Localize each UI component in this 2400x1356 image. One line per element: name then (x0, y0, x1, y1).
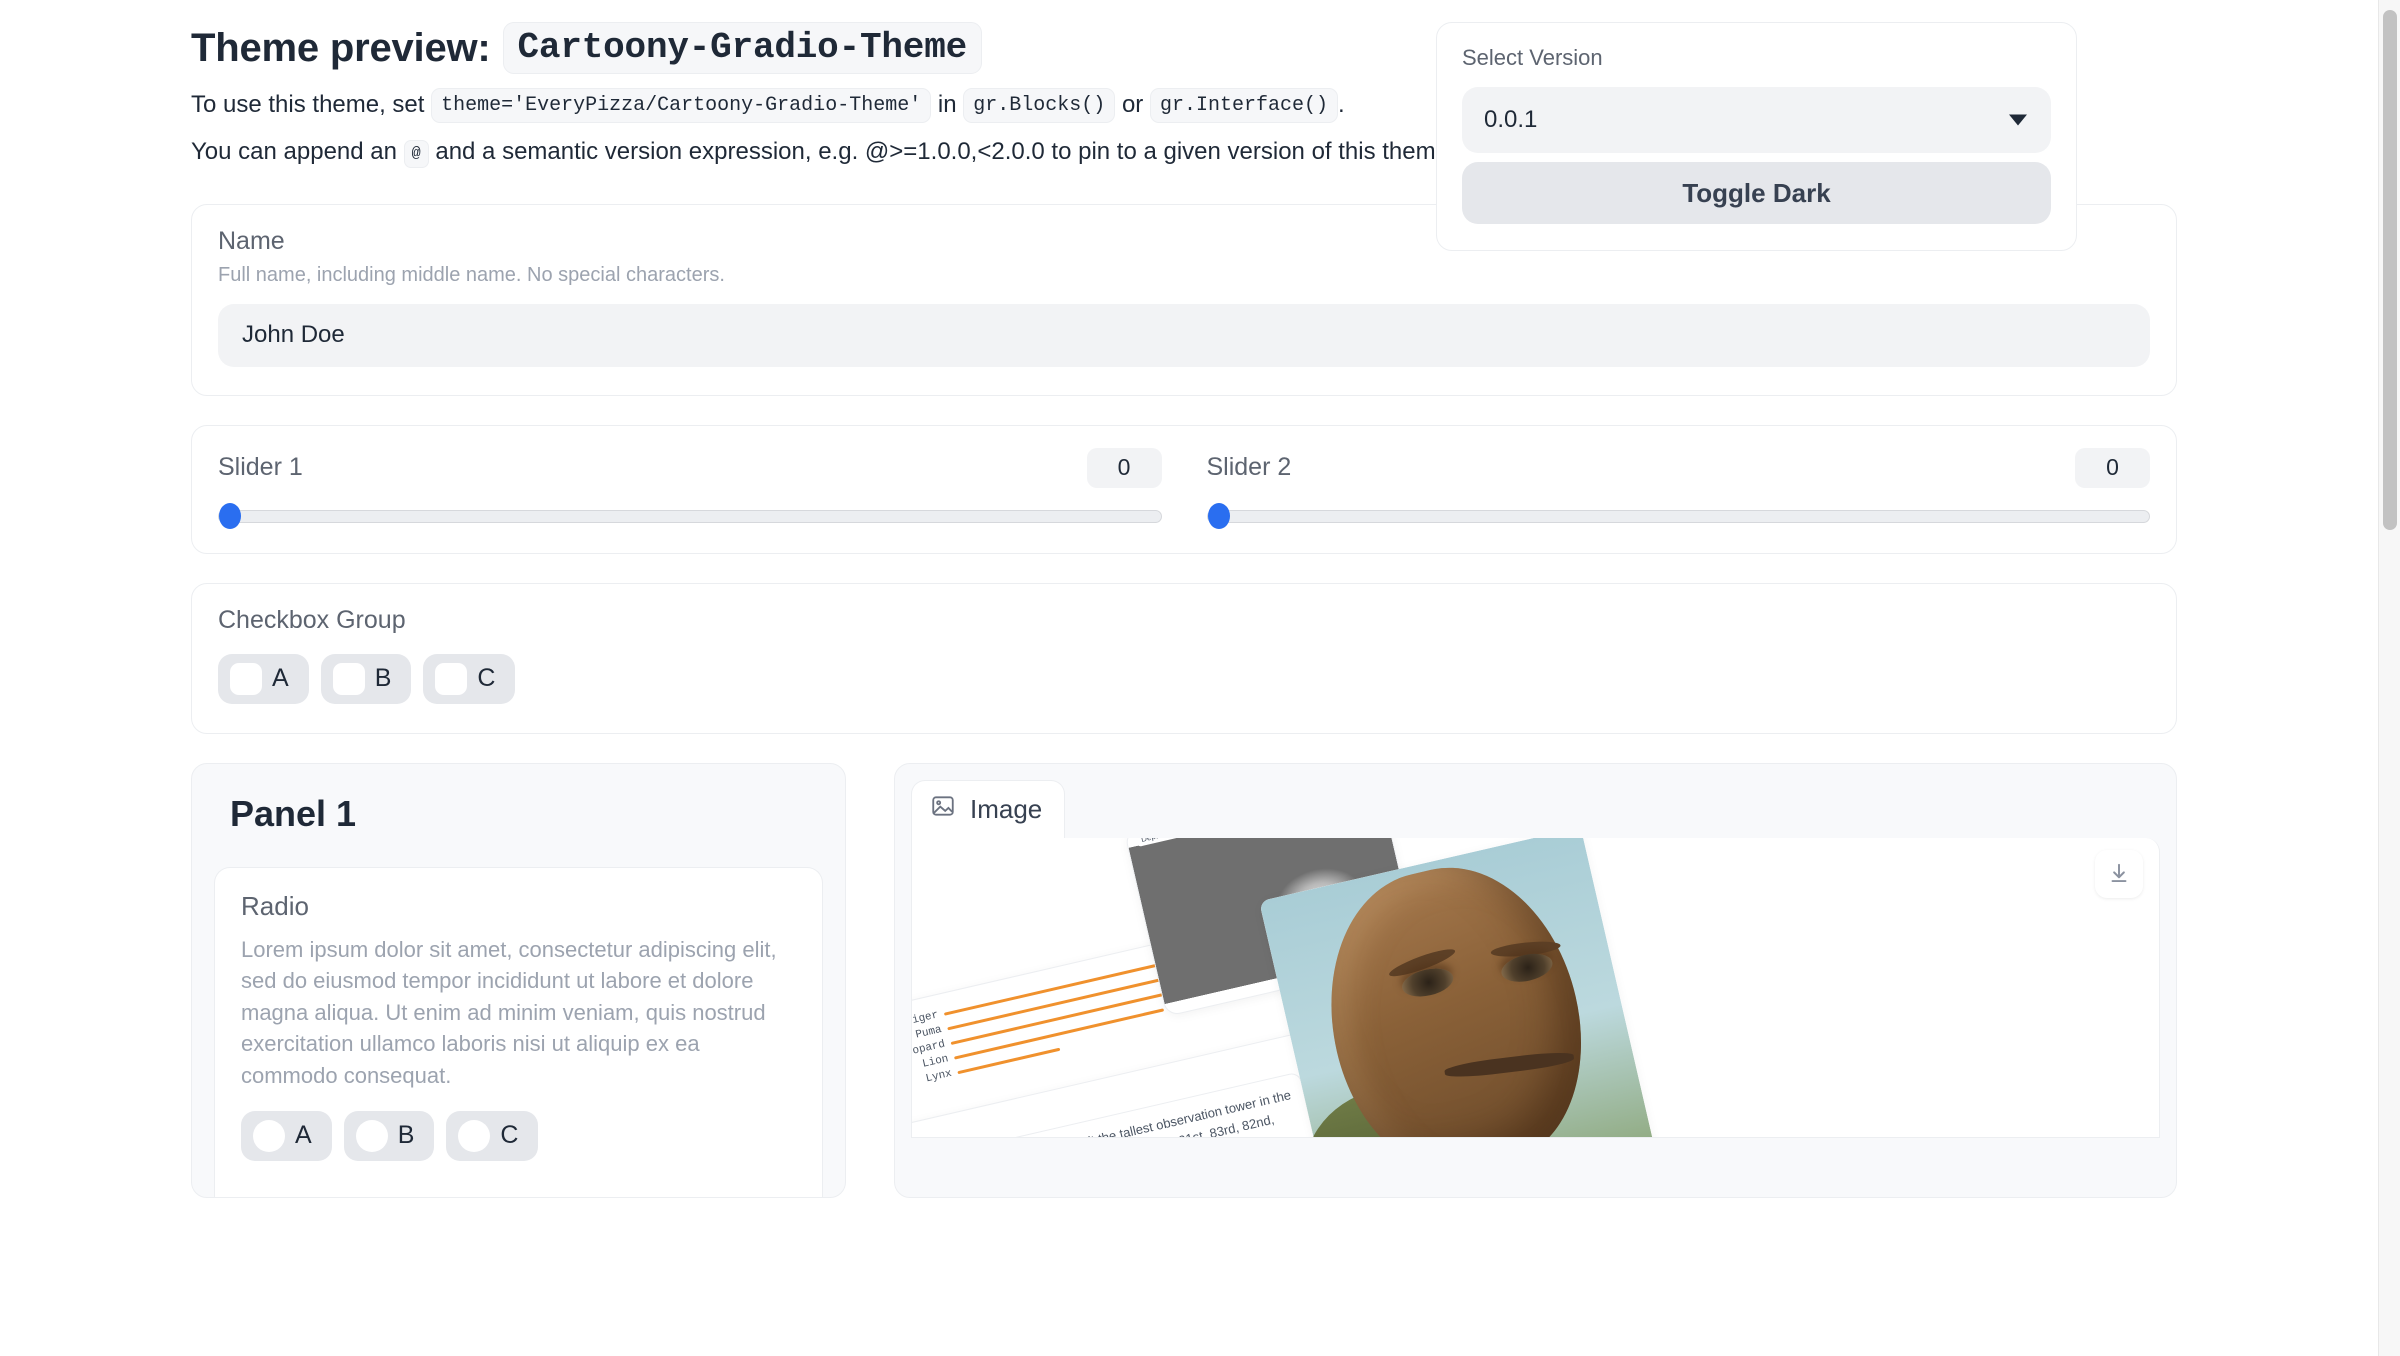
radio-option-a-label: A (295, 1121, 312, 1150)
chevron-down-icon (2009, 114, 2027, 126)
radio-label: Radio (241, 890, 309, 921)
tab-image-label: Image (970, 793, 1043, 824)
radio-option-a[interactable]: A (241, 1110, 332, 1161)
checkbox-icon[interactable] (435, 662, 468, 695)
slider-1-knob[interactable] (219, 503, 241, 530)
checkbox-option-c[interactable]: C (423, 653, 516, 704)
panel-1: Panel 1 Radio Lorem ipsum dolor sit amet… (191, 762, 846, 1198)
image-tabbar: Image (911, 779, 2160, 838)
page-title: Theme preview: Cartoony-Gradio-Theme (191, 22, 1536, 74)
slider-1-unit: Slider 1 0 (218, 447, 1162, 530)
checkbox-option-a[interactable]: A (218, 653, 309, 704)
checkbox-group-options: A B C (218, 653, 2150, 704)
slider-2-track[interactable] (1206, 503, 2150, 530)
slider-1-value[interactable]: 0 (1086, 447, 1162, 488)
desc1-text-a: To use this theme, set (191, 90, 425, 118)
download-icon[interactable] (2095, 849, 2143, 898)
image-panel: Image Tiger Puma Leopard Lion Lynx (894, 762, 2177, 1198)
gr-blocks-code: gr.Blocks() (963, 87, 1116, 123)
header-row: Theme preview: Cartoony-Gradio-Theme To … (191, 0, 2177, 251)
select-version-label: Select Version (1462, 45, 1603, 70)
checkbox-icon[interactable] (332, 662, 365, 695)
radio-option-b[interactable]: B (343, 1110, 435, 1161)
checkbox-group-section: Checkbox Group A B C (191, 582, 2177, 734)
page-content: Theme preview: Cartoony-Gradio-Theme To … (191, 0, 2177, 1198)
slider-1-track[interactable] (218, 503, 1162, 530)
tab-image[interactable]: Image (911, 779, 1066, 838)
version-select-value: 0.0.1 (1484, 106, 1538, 133)
desc2-text-b: and a semantic version expression, e.g. … (435, 137, 1456, 165)
collage-image: Tiger Puma Leopard Lion Lynx 90% 60% 50%… (912, 837, 2159, 1137)
radio-icon[interactable] (355, 1119, 388, 1152)
desc1-text-d: . (1337, 90, 1345, 118)
image-icon (930, 793, 956, 826)
page-scroll-area: Theme preview: Cartoony-Gradio-Theme To … (0, 0, 2378, 1356)
name-info-text: Full name, including middle name. No spe… (218, 263, 725, 286)
checkbox-option-b[interactable]: B (320, 653, 412, 704)
groot-mouth (1443, 1049, 1575, 1080)
theme-name-code: Cartoony-Gradio-Theme (502, 22, 983, 74)
name-input-value: John Doe (242, 321, 345, 349)
sliders-section: Slider 1 0 Slider 2 0 (191, 424, 2177, 554)
name-input[interactable]: John Doe (218, 303, 2150, 367)
checkbox-option-a-label: A (272, 664, 289, 693)
radio-description: Lorem ipsum dolor sit amet, consectetur … (241, 936, 777, 1088)
radio-icon[interactable] (253, 1119, 285, 1152)
at-symbol-code: @ (403, 139, 429, 168)
radio-options: A B C (241, 1110, 796, 1161)
desc1-text-c: or (1121, 90, 1144, 118)
slider-2-unit: Slider 2 0 (1206, 447, 2150, 530)
toggle-dark-button[interactable]: Toggle Dark (1462, 162, 2051, 224)
version-select[interactable]: 0.0.1 (1462, 87, 2051, 153)
radio-option-c-label: C (500, 1121, 519, 1150)
slider-1-label: Slider 1 (218, 453, 303, 482)
checkbox-option-c-label: C (477, 664, 496, 693)
page-scrollbar-thumb[interactable] (2383, 10, 2397, 530)
page-scrollbar[interactable] (2378, 0, 2400, 1356)
desc1-text-b: in (937, 90, 957, 118)
header-left: Theme preview: Cartoony-Gradio-Theme To … (191, 22, 1536, 170)
slider-1-header: Slider 1 0 (218, 447, 1162, 488)
desc2-text-a: You can append an (191, 137, 397, 165)
slider-2-label: Slider 2 (1206, 453, 1292, 482)
image-body: Tiger Puma Leopard Lion Lynx 90% 60% 50%… (911, 837, 2160, 1138)
usage-description-2: You can append an @ and a semantic versi… (191, 135, 1481, 170)
version-panel: Select Version 0.0.1 Toggle Dark (1436, 22, 2077, 251)
slider-2-value[interactable]: 0 (2075, 447, 2150, 488)
gr-interface-code: gr.Interface() (1149, 87, 1338, 123)
checkbox-group-label: Checkbox Group (218, 605, 406, 634)
panel-1-title: Panel 1 (230, 792, 357, 834)
radio-option-c[interactable]: C (446, 1110, 539, 1161)
radio-section: Radio Lorem ipsum dolor sit amet, consec… (214, 866, 823, 1197)
usage-description-1: To use this theme, set theme='EveryPizza… (191, 87, 1536, 123)
slider-2-header: Slider 2 0 (1206, 447, 2150, 488)
radio-icon[interactable] (458, 1119, 491, 1152)
page-title-prefix: Theme preview: (191, 25, 491, 70)
slider-2-knob[interactable] (1207, 503, 1230, 530)
theme-arg-code: theme='EveryPizza/Cartoony-Gradio-Theme' (431, 87, 932, 123)
bottom-row: Panel 1 Radio Lorem ipsum dolor sit amet… (191, 762, 2177, 1198)
checkbox-option-b-label: B (374, 664, 392, 693)
checkbox-icon[interactable] (230, 662, 262, 695)
radio-option-b-label: B (397, 1121, 415, 1150)
